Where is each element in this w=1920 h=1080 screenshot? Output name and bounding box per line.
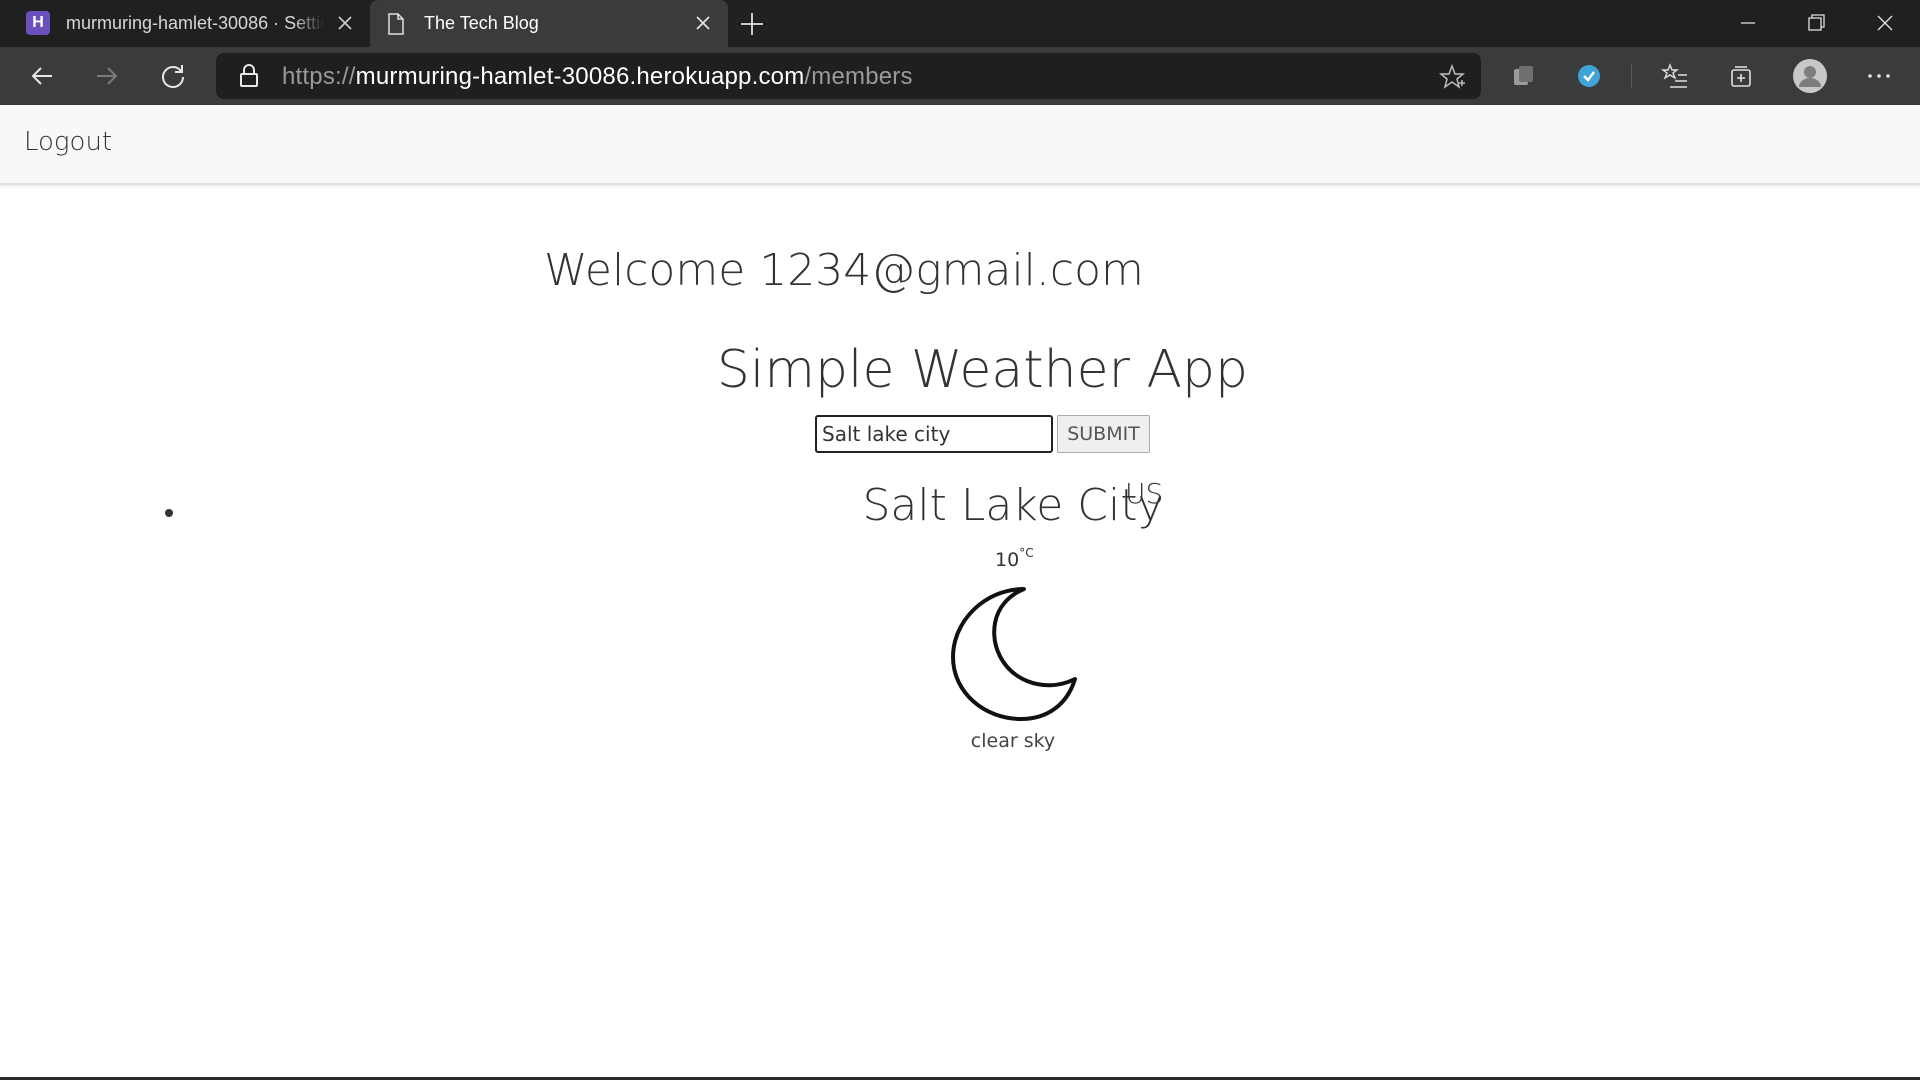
page-viewport: Logout Welcome 1234@gmail.com Simple Wea… (0, 105, 1920, 1080)
logout-link[interactable]: Logout (24, 127, 112, 157)
moon-icon (951, 587, 1077, 721)
document-icon (388, 13, 404, 35)
site-navbar: Logout (0, 105, 1920, 185)
close-icon[interactable] (692, 12, 714, 34)
minimize-icon[interactable] (1733, 8, 1763, 38)
city-name: Salt Lake City (862, 480, 1164, 531)
new-tab-plus-icon[interactable] (738, 10, 766, 38)
favorites-list-icon[interactable] (1660, 61, 1690, 91)
collections-icon[interactable] (1726, 61, 1756, 91)
temperature: 10°C (995, 546, 1034, 571)
app-title: Simple Weather App (716, 340, 1249, 400)
window-close-icon[interactable] (1870, 8, 1900, 38)
forward-arrow-icon[interactable] (92, 61, 122, 91)
back-arrow-icon[interactable] (27, 61, 57, 91)
reload-icon[interactable] (158, 61, 188, 91)
favorite-star-icon[interactable] (1438, 63, 1466, 91)
extension-icon[interactable] (1508, 61, 1538, 91)
browser-tab-tech-blog[interactable]: The Tech Blog (370, 0, 728, 47)
heroku-favicon-icon: H (26, 11, 50, 35)
browser-tab-settings[interactable]: H murmuring-hamlet-30086 · Settings (0, 0, 368, 47)
tab-title: The Tech Blog (424, 13, 539, 33)
extension-shield-icon[interactable] (1574, 61, 1604, 91)
address-bar[interactable]: https://murmuring-hamlet-30086.herokuapp… (216, 53, 1481, 99)
profile-avatar-icon[interactable] (1792, 58, 1828, 94)
url-path: /members (804, 63, 913, 90)
url-host: murmuring-hamlet-30086.herokuapp.com (355, 63, 805, 90)
more-menu-icon[interactable] (1864, 61, 1894, 91)
restore-icon[interactable] (1801, 8, 1831, 38)
url-scheme: https:// (282, 63, 356, 90)
close-icon[interactable] (334, 12, 356, 34)
lock-icon[interactable] (236, 63, 262, 89)
browser-tabstrip: H murmuring-hamlet-30086 · Settings The … (0, 0, 1920, 47)
temperature-value: 10 (995, 549, 1020, 571)
submit-button[interactable]: SUBMIT (1057, 415, 1150, 453)
weather-condition: clear sky (970, 730, 1056, 752)
city-search-input[interactable] (815, 415, 1053, 453)
welcome-heading: Welcome 1234@gmail.com (544, 245, 1144, 296)
country-code: US (1125, 477, 1164, 510)
url-text[interactable]: https://murmuring-hamlet-30086.herokuapp… (282, 63, 913, 91)
tab-title: murmuring-hamlet-30086 · Settings (66, 13, 324, 33)
temperature-unit: °C (1019, 546, 1034, 560)
toolbar-divider (1631, 64, 1632, 88)
browser-toolbar: https://murmuring-hamlet-30086.herokuapp… (0, 47, 1920, 105)
